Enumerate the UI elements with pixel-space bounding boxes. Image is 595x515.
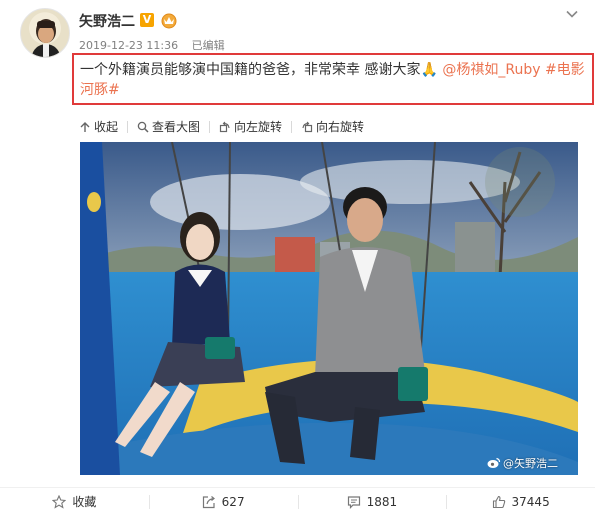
rotate-right-label: 向右旋转 xyxy=(316,120,365,134)
timestamp[interactable]: 2019-12-23 11:36 xyxy=(79,39,178,52)
comment-icon xyxy=(347,495,360,509)
watermark-text: @矢野浩二 xyxy=(503,457,558,470)
hashtag-link-part1[interactable]: #电影 xyxy=(545,62,585,78)
rotate-right-icon xyxy=(302,121,313,132)
like-button[interactable]: 37445 xyxy=(446,488,595,515)
star-icon xyxy=(52,494,67,509)
verified-icon: V xyxy=(140,13,154,27)
weibo-icon xyxy=(487,457,501,468)
like-count: 37445 xyxy=(511,494,550,509)
avatar[interactable] xyxy=(20,8,70,58)
view-large-button[interactable]: 查看大图 xyxy=(137,118,200,135)
username[interactable]: 矢野浩二 xyxy=(79,11,135,31)
crown-icon[interactable] xyxy=(160,11,178,29)
chevron-down-icon[interactable] xyxy=(564,6,580,22)
magnifier-icon xyxy=(137,121,149,133)
post-footer: 收藏 627 1881 37445 xyxy=(0,487,595,515)
repost-icon xyxy=(202,495,215,508)
hashtag-link-part2[interactable]: 河豚# xyxy=(80,82,120,98)
post-text: 一个外籍演员能够演中国籍的爸爸，非常荣幸 感谢大家🙏 @杨祺如_Ruby #电影… xyxy=(80,60,585,100)
rotate-left-button[interactable]: 向左旋转 xyxy=(219,118,282,135)
mention-link[interactable]: @杨祺如_Ruby xyxy=(442,62,540,78)
weibo-post-card: 矢野浩二 V 2019-12-23 11:36 已编辑 一个外籍演员能够演中国籍… xyxy=(0,0,595,515)
collapse-label: 收起 xyxy=(94,120,119,134)
image-actions: 收起 查看大图 向左旋转 向右旋转 xyxy=(79,118,364,135)
photo-watermark: @矢野浩二 xyxy=(487,455,558,471)
repost-button[interactable]: 627 xyxy=(148,488,298,515)
post-photo[interactable] xyxy=(80,142,578,475)
like-icon xyxy=(492,495,505,508)
post-meta: 2019-12-23 11:36 已编辑 xyxy=(79,37,225,53)
post-text-plain: 一个外籍演员能够演中国籍的爸爸，非常荣幸 感谢大家 xyxy=(80,62,421,78)
collapse-icon xyxy=(80,121,90,132)
rotate-right-button[interactable]: 向右旋转 xyxy=(301,118,364,135)
comment-button[interactable]: 1881 xyxy=(297,488,447,515)
comment-count: 1881 xyxy=(366,494,398,509)
edited-label[interactable]: 已编辑 xyxy=(192,39,225,52)
view-large-label: 查看大图 xyxy=(152,120,201,134)
repost-count: 627 xyxy=(221,494,245,509)
rotate-left-label: 向左旋转 xyxy=(234,120,283,134)
favorite-label: 收藏 xyxy=(72,495,97,509)
collapse-button[interactable]: 收起 xyxy=(79,118,118,135)
rotate-left-icon xyxy=(219,121,230,132)
favorite-button[interactable]: 收藏 xyxy=(0,488,149,515)
pray-emoji: 🙏 xyxy=(420,62,438,78)
